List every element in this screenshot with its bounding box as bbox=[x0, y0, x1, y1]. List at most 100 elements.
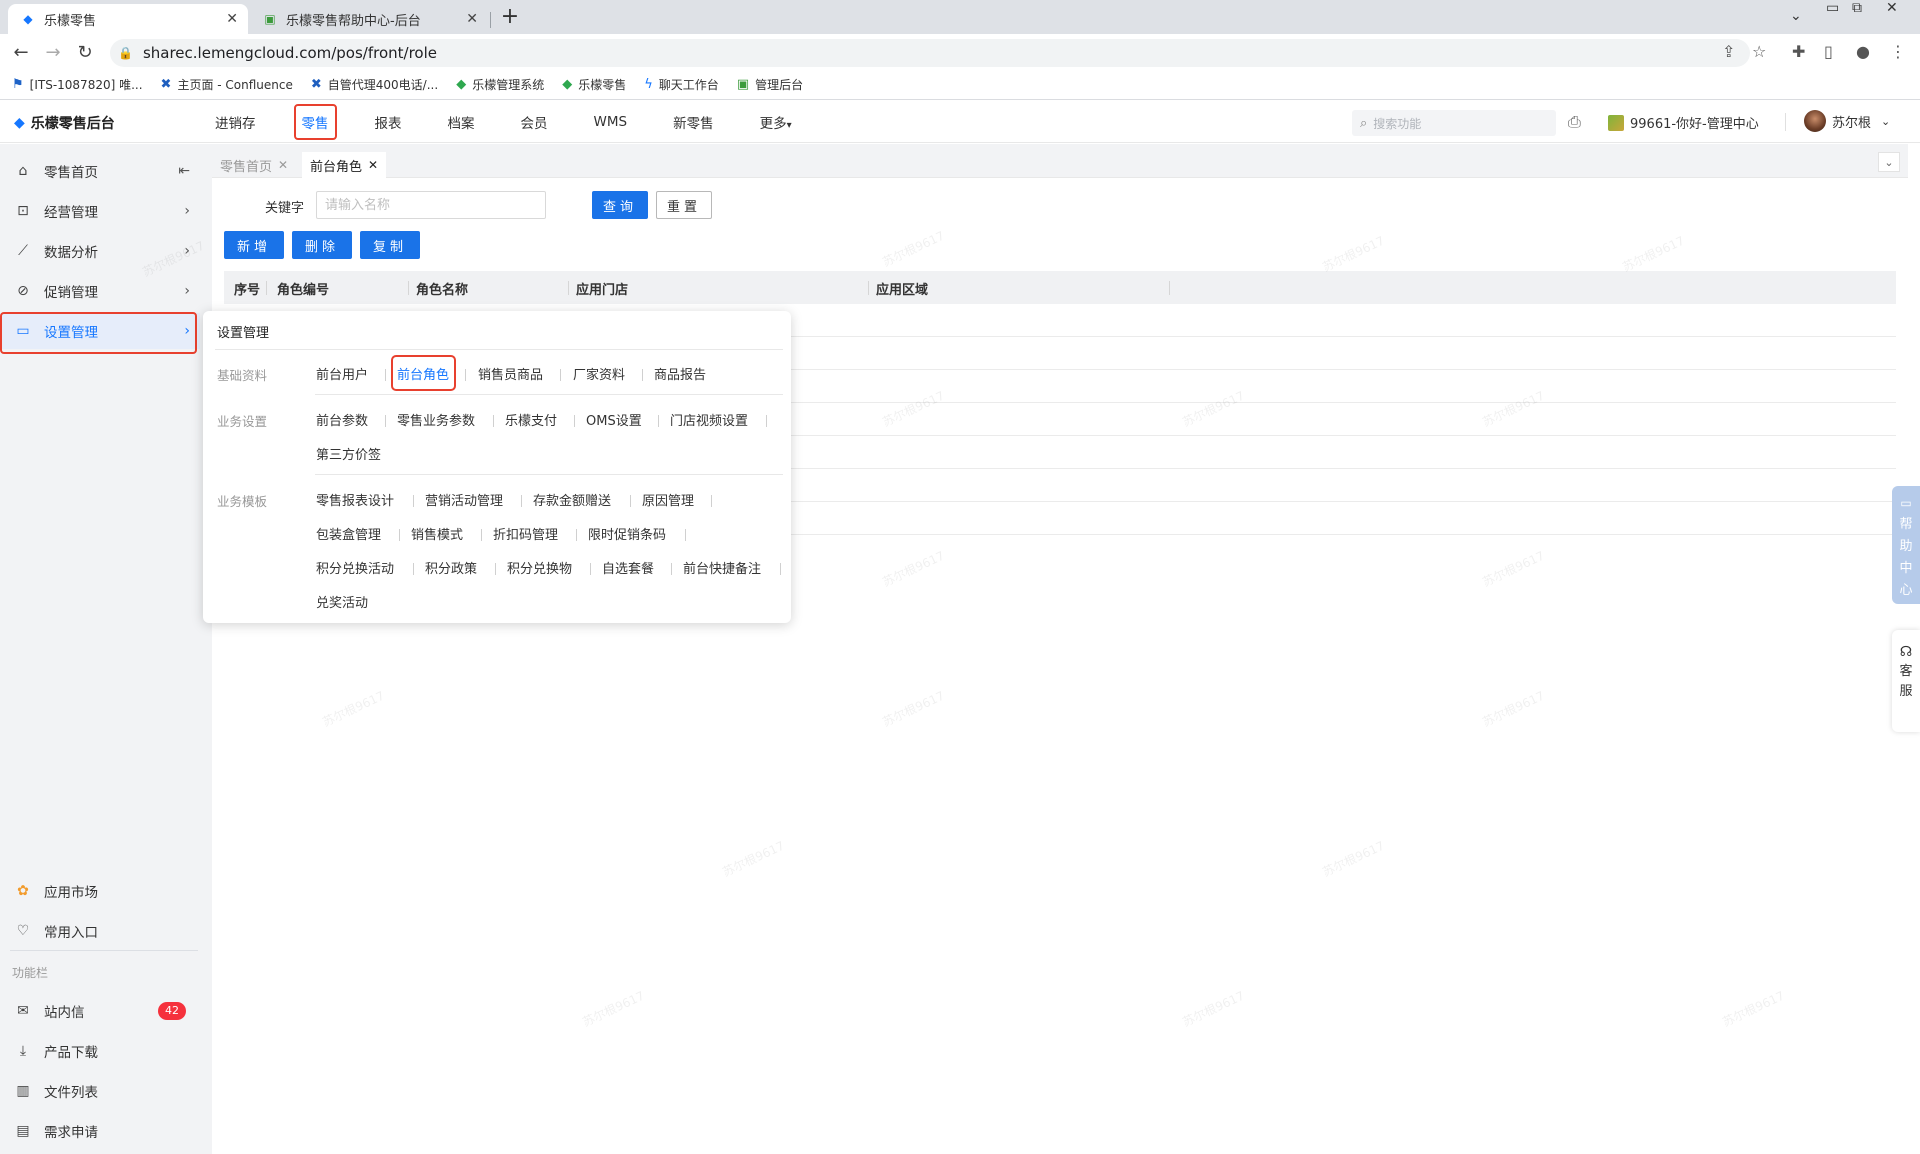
back-icon[interactable]: ← bbox=[10, 42, 32, 63]
bookmark-item[interactable]: ✖ 主页面 - Confluence bbox=[161, 76, 293, 93]
sidebar-item-promotion[interactable]: ⊘ 促销管理 › bbox=[0, 273, 200, 309]
copy-button[interactable]: 复制 bbox=[360, 231, 420, 259]
nav-jxc[interactable]: 进销存 bbox=[215, 112, 256, 132]
sidebar-item-retail-home[interactable]: ⌂ 零售首页 ⇤ bbox=[0, 153, 200, 189]
bookmark-star-icon[interactable]: ☆ bbox=[1752, 42, 1766, 61]
reset-button[interactable]: 重置 bbox=[656, 191, 712, 219]
menu-front-params[interactable]: 前台参数 bbox=[316, 410, 368, 429]
sidebar-item-settings[interactable]: ▭ 设置管理 › bbox=[0, 312, 200, 354]
function-bar-title: 功能栏 bbox=[12, 966, 49, 980]
menu-custom-combo[interactable]: 自选套餐 bbox=[602, 558, 654, 577]
share-icon[interactable]: ⇪ bbox=[1722, 42, 1735, 61]
browser-tab-title: 乐檬零售 bbox=[44, 13, 97, 29]
menu-goods-report[interactable]: 商品报告 bbox=[654, 364, 706, 383]
forward-icon[interactable]: → bbox=[42, 42, 64, 63]
nav-new-retail[interactable]: 新零售 bbox=[673, 112, 714, 132]
url-text: sharec.lemengcloud.com/pos/front/role bbox=[142, 44, 438, 62]
app-logo[interactable]: ◆ 乐檬零售后台 bbox=[14, 113, 115, 133]
nav-more[interactable]: 更多▾ bbox=[760, 112, 792, 132]
reload-icon[interactable]: ↻ bbox=[74, 42, 96, 63]
add-button[interactable]: 新增 bbox=[224, 231, 284, 259]
menu-vendor-data[interactable]: 厂家资料 bbox=[573, 364, 625, 383]
help-center-float[interactable]: ▭ 帮 助 中 心 bbox=[1892, 486, 1920, 604]
close-icon[interactable]: ✕ bbox=[368, 158, 378, 172]
extensions-icon[interactable]: ✚ bbox=[1792, 42, 1805, 61]
menu-lemeng-pay[interactable]: 乐檬支付 bbox=[505, 410, 557, 429]
close-tab-icon[interactable]: ✕ bbox=[226, 11, 238, 27]
request-icon: ▤ bbox=[16, 1123, 30, 1139]
confluence-icon: ✖ bbox=[160, 77, 172, 92]
close-window-icon[interactable]: ✕ bbox=[1886, 0, 1898, 16]
collapse-sidebar-icon[interactable]: ⇤ bbox=[178, 163, 190, 179]
close-tab-icon[interactable]: ✕ bbox=[466, 11, 478, 27]
printer-icon[interactable]: ⎙ bbox=[1568, 112, 1581, 132]
menu-discount-code[interactable]: 折扣码管理 bbox=[493, 524, 558, 543]
nav-retail[interactable]: 零售 bbox=[293, 104, 337, 140]
page-tab-retail-home[interactable]: 零售首页 ✕ bbox=[212, 152, 296, 178]
menu-front-role[interactable]: 前台角色 bbox=[390, 355, 457, 391]
nav-archive[interactable]: 档案 bbox=[448, 112, 475, 132]
nav-member[interactable]: 会员 bbox=[521, 112, 548, 132]
store-switcher[interactable]: 99661-你好-管理中心 bbox=[1608, 113, 1759, 132]
menu-prize-redemption[interactable]: 兑奖活动 bbox=[316, 592, 368, 611]
menu-salesperson-goods[interactable]: 销售员商品 bbox=[478, 364, 543, 383]
tab-search-icon[interactable]: ⌄ bbox=[1790, 8, 1802, 24]
minimize-icon[interactable]: ▭ bbox=[1826, 0, 1839, 16]
menu-retail-report-design[interactable]: 零售报表设计 bbox=[316, 490, 394, 509]
menu-separator bbox=[413, 563, 414, 575]
menu-deposit-gift[interactable]: 存款金额赠送 bbox=[533, 490, 611, 509]
close-icon[interactable]: ✕ bbox=[278, 158, 288, 172]
keyword-input[interactable] bbox=[316, 191, 546, 219]
new-tab-icon[interactable]: + bbox=[498, 4, 522, 29]
customer-service-float[interactable]: ☊ 客 服 bbox=[1892, 630, 1920, 732]
chevron-down-icon[interactable]: ⌄ bbox=[1878, 152, 1900, 172]
category-business-templates: 业务模板 bbox=[217, 494, 268, 509]
menu-marketing-activity[interactable]: 营销活动管理 bbox=[425, 490, 503, 509]
menu-sales-mode[interactable]: 销售模式 bbox=[411, 524, 463, 543]
profile-icon[interactable]: ● bbox=[1856, 42, 1870, 61]
menu-kebab-icon[interactable]: ⋮ bbox=[1890, 42, 1906, 61]
restore-icon[interactable]: ⧉ bbox=[1852, 0, 1862, 16]
sidebar-item-downloads[interactable]: ⤓ 产品下载 bbox=[0, 1033, 200, 1069]
column-header: 角色名称 bbox=[416, 283, 469, 298]
menu-points-policy[interactable]: 积分政策 bbox=[425, 558, 477, 577]
sidebar-item-business[interactable]: ⊡ 经营管理 › bbox=[0, 193, 200, 229]
menu-front-quick-note[interactable]: 前台快捷备注 bbox=[683, 558, 761, 577]
bookmark-item[interactable]: ◆ 乐檬管理系统 bbox=[456, 76, 544, 93]
menu-points-exchange-item[interactable]: 积分兑换物 bbox=[507, 558, 572, 577]
menu-front-user[interactable]: 前台用户 bbox=[316, 364, 368, 383]
bookmark-item[interactable]: ϟ 聊天工作台 bbox=[644, 76, 719, 93]
menu-oms-settings[interactable]: OMS设置 bbox=[586, 410, 642, 429]
bookmark-item[interactable]: ✖ 自管代理400电话/... bbox=[311, 76, 438, 93]
sidepanel-icon[interactable]: ▯ bbox=[1824, 42, 1833, 61]
menu-retail-business-params[interactable]: 零售业务参数 bbox=[397, 410, 475, 429]
menu-store-video-settings[interactable]: 门店视频设置 bbox=[670, 410, 748, 429]
address-bar-row: ← → ↻ 🔒 sharec.lemengcloud.com/pos/front… bbox=[0, 34, 1920, 70]
bookmarks-bar: ⚑ [ITS-1087820] 唯... ✖ 主页面 - Confluence ✖ 自… bbox=[0, 70, 1920, 100]
nav-report[interactable]: 报表 bbox=[375, 112, 402, 132]
bookmark-item[interactable]: ▣ 管理后台 bbox=[737, 76, 803, 93]
browser-tab-1[interactable]: ◆ 乐檬零售 ✕ bbox=[8, 4, 248, 34]
menu-separator bbox=[413, 495, 414, 507]
bookmark-item[interactable]: ◆ 乐檬零售 bbox=[562, 76, 626, 93]
sidebar-item-files[interactable]: ▥ 文件列表 bbox=[0, 1073, 200, 1109]
query-button[interactable]: 查询 bbox=[592, 191, 648, 219]
menu-reason-management[interactable]: 原因管理 bbox=[642, 490, 694, 509]
browser-tab-2[interactable]: ▣ 乐檬零售帮助中心-后台 ✕ bbox=[250, 4, 488, 34]
menu-points-exchange-activity[interactable]: 积分兑换活动 bbox=[316, 558, 394, 577]
menu-third-party-price-tag[interactable]: 第三方价签 bbox=[316, 444, 381, 463]
delete-button[interactable]: 删除 bbox=[292, 231, 352, 259]
sidebar-item-app-market[interactable]: ✿ 应用市场 bbox=[0, 873, 200, 909]
sidebar-item-favorites[interactable]: ♡ 常用入口 bbox=[0, 913, 200, 949]
page-tab-front-role[interactable]: 前台角色 ✕ bbox=[302, 152, 387, 178]
url-field[interactable]: 🔒 sharec.lemengcloud.com/pos/front/role bbox=[110, 39, 1750, 67]
user-menu[interactable]: 苏尔根 ⌄ bbox=[1804, 110, 1890, 132]
bookmark-item[interactable]: ⚑ [ITS-1087820] 唯... bbox=[12, 76, 143, 93]
nav-wms[interactable]: WMS bbox=[594, 114, 628, 130]
menu-flash-sale-barcode[interactable]: 限时促销条码 bbox=[588, 524, 666, 543]
function-search[interactable]: ⌕ 搜索功能 bbox=[1352, 110, 1556, 136]
sidebar-item-requests[interactable]: ▤ 需求申请 bbox=[0, 1113, 200, 1149]
menu-package-box[interactable]: 包装盒管理 bbox=[316, 524, 381, 543]
sidebar-item-analytics[interactable]: ⟋ 数据分析 › bbox=[0, 233, 200, 269]
menu-separator bbox=[560, 369, 561, 381]
